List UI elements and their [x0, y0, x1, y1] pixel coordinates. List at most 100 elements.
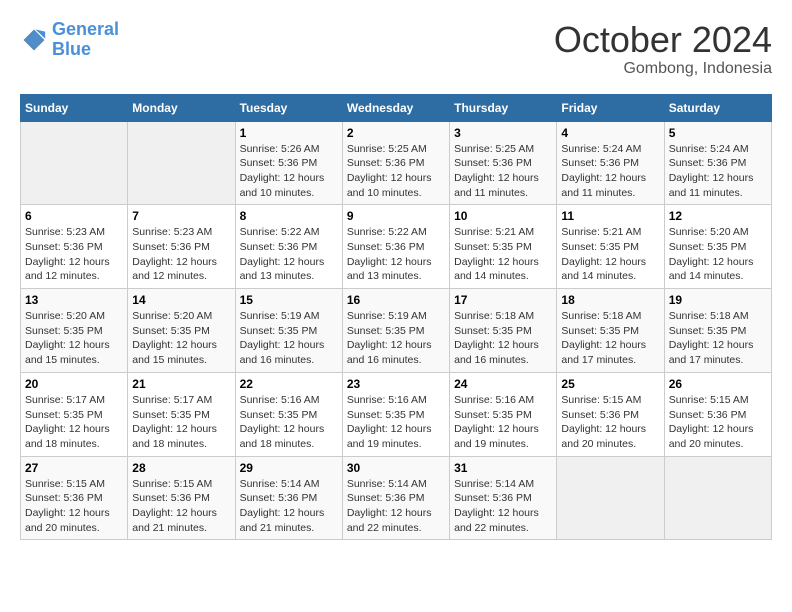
day-info: Sunrise: 5:15 AMSunset: 5:36 PMDaylight:… — [669, 393, 767, 452]
day-number: 2 — [347, 126, 445, 140]
calendar-cell — [557, 456, 664, 540]
day-info: Sunrise: 5:25 AMSunset: 5:36 PMDaylight:… — [347, 142, 445, 201]
day-info: Sunrise: 5:19 AMSunset: 5:35 PMDaylight:… — [347, 309, 445, 368]
day-info: Sunrise: 5:16 AMSunset: 5:35 PMDaylight:… — [347, 393, 445, 452]
calendar-cell: 14 Sunrise: 5:20 AMSunset: 5:35 PMDaylig… — [128, 289, 235, 373]
day-number: 11 — [561, 209, 659, 223]
calendar-cell: 3 Sunrise: 5:25 AMSunset: 5:36 PMDayligh… — [450, 121, 557, 205]
calendar-cell: 2 Sunrise: 5:25 AMSunset: 5:36 PMDayligh… — [342, 121, 449, 205]
weekday-header-row: SundayMondayTuesdayWednesdayThursdayFrid… — [21, 94, 772, 121]
calendar-cell: 22 Sunrise: 5:16 AMSunset: 5:35 PMDaylig… — [235, 372, 342, 456]
day-info: Sunrise: 5:24 AMSunset: 5:36 PMDaylight:… — [561, 142, 659, 201]
calendar-cell: 7 Sunrise: 5:23 AMSunset: 5:36 PMDayligh… — [128, 205, 235, 289]
day-number: 16 — [347, 293, 445, 307]
logo: General Blue — [20, 20, 119, 60]
calendar-table: SundayMondayTuesdayWednesdayThursdayFrid… — [20, 94, 772, 541]
day-number: 23 — [347, 377, 445, 391]
day-number: 24 — [454, 377, 552, 391]
calendar-cell: 25 Sunrise: 5:15 AMSunset: 5:36 PMDaylig… — [557, 372, 664, 456]
page-header: General Blue October 2024 Gombong, Indon… — [20, 20, 772, 78]
calendar-cell: 11 Sunrise: 5:21 AMSunset: 5:35 PMDaylig… — [557, 205, 664, 289]
weekday-header: Friday — [557, 94, 664, 121]
day-info: Sunrise: 5:24 AMSunset: 5:36 PMDaylight:… — [669, 142, 767, 201]
weekday-header: Monday — [128, 94, 235, 121]
day-info: Sunrise: 5:18 AMSunset: 5:35 PMDaylight:… — [454, 309, 552, 368]
calendar-cell — [664, 456, 771, 540]
day-number: 18 — [561, 293, 659, 307]
day-number: 8 — [240, 209, 338, 223]
calendar-cell: 16 Sunrise: 5:19 AMSunset: 5:35 PMDaylig… — [342, 289, 449, 373]
day-info: Sunrise: 5:20 AMSunset: 5:35 PMDaylight:… — [25, 309, 123, 368]
day-info: Sunrise: 5:20 AMSunset: 5:35 PMDaylight:… — [669, 225, 767, 284]
weekday-header: Wednesday — [342, 94, 449, 121]
day-info: Sunrise: 5:22 AMSunset: 5:36 PMDaylight:… — [240, 225, 338, 284]
calendar-cell: 13 Sunrise: 5:20 AMSunset: 5:35 PMDaylig… — [21, 289, 128, 373]
weekday-header: Sunday — [21, 94, 128, 121]
calendar-week-row: 6 Sunrise: 5:23 AMSunset: 5:36 PMDayligh… — [21, 205, 772, 289]
day-number: 12 — [669, 209, 767, 223]
calendar-cell: 18 Sunrise: 5:18 AMSunset: 5:35 PMDaylig… — [557, 289, 664, 373]
title-block: October 2024 Gombong, Indonesia — [554, 20, 772, 78]
day-number: 30 — [347, 461, 445, 475]
day-number: 22 — [240, 377, 338, 391]
day-info: Sunrise: 5:21 AMSunset: 5:35 PMDaylight:… — [561, 225, 659, 284]
day-info: Sunrise: 5:15 AMSunset: 5:36 PMDaylight:… — [132, 477, 230, 536]
day-number: 29 — [240, 461, 338, 475]
day-info: Sunrise: 5:14 AMSunset: 5:36 PMDaylight:… — [454, 477, 552, 536]
day-number: 13 — [25, 293, 123, 307]
day-number: 3 — [454, 126, 552, 140]
day-number: 14 — [132, 293, 230, 307]
day-number: 4 — [561, 126, 659, 140]
day-info: Sunrise: 5:22 AMSunset: 5:36 PMDaylight:… — [347, 225, 445, 284]
location-subtitle: Gombong, Indonesia — [554, 60, 772, 78]
day-info: Sunrise: 5:23 AMSunset: 5:36 PMDaylight:… — [132, 225, 230, 284]
calendar-cell: 31 Sunrise: 5:14 AMSunset: 5:36 PMDaylig… — [450, 456, 557, 540]
calendar-cell: 4 Sunrise: 5:24 AMSunset: 5:36 PMDayligh… — [557, 121, 664, 205]
calendar-cell: 9 Sunrise: 5:22 AMSunset: 5:36 PMDayligh… — [342, 205, 449, 289]
weekday-header: Thursday — [450, 94, 557, 121]
day-number: 9 — [347, 209, 445, 223]
calendar-cell: 19 Sunrise: 5:18 AMSunset: 5:35 PMDaylig… — [664, 289, 771, 373]
calendar-cell: 5 Sunrise: 5:24 AMSunset: 5:36 PMDayligh… — [664, 121, 771, 205]
day-info: Sunrise: 5:21 AMSunset: 5:35 PMDaylight:… — [454, 225, 552, 284]
day-number: 7 — [132, 209, 230, 223]
weekday-header: Tuesday — [235, 94, 342, 121]
day-number: 19 — [669, 293, 767, 307]
day-info: Sunrise: 5:25 AMSunset: 5:36 PMDaylight:… — [454, 142, 552, 201]
day-number: 26 — [669, 377, 767, 391]
calendar-cell: 12 Sunrise: 5:20 AMSunset: 5:35 PMDaylig… — [664, 205, 771, 289]
calendar-cell: 21 Sunrise: 5:17 AMSunset: 5:35 PMDaylig… — [128, 372, 235, 456]
day-number: 15 — [240, 293, 338, 307]
calendar-cell: 26 Sunrise: 5:15 AMSunset: 5:36 PMDaylig… — [664, 372, 771, 456]
calendar-cell — [128, 121, 235, 205]
calendar-cell: 30 Sunrise: 5:14 AMSunset: 5:36 PMDaylig… — [342, 456, 449, 540]
calendar-cell: 6 Sunrise: 5:23 AMSunset: 5:36 PMDayligh… — [21, 205, 128, 289]
calendar-cell: 23 Sunrise: 5:16 AMSunset: 5:35 PMDaylig… — [342, 372, 449, 456]
day-info: Sunrise: 5:18 AMSunset: 5:35 PMDaylight:… — [669, 309, 767, 368]
day-number: 5 — [669, 126, 767, 140]
day-number: 31 — [454, 461, 552, 475]
calendar-cell: 27 Sunrise: 5:15 AMSunset: 5:36 PMDaylig… — [21, 456, 128, 540]
day-info: Sunrise: 5:20 AMSunset: 5:35 PMDaylight:… — [132, 309, 230, 368]
day-number: 6 — [25, 209, 123, 223]
day-number: 28 — [132, 461, 230, 475]
day-info: Sunrise: 5:17 AMSunset: 5:35 PMDaylight:… — [25, 393, 123, 452]
day-info: Sunrise: 5:14 AMSunset: 5:36 PMDaylight:… — [347, 477, 445, 536]
day-info: Sunrise: 5:16 AMSunset: 5:35 PMDaylight:… — [454, 393, 552, 452]
calendar-week-row: 27 Sunrise: 5:15 AMSunset: 5:36 PMDaylig… — [21, 456, 772, 540]
day-info: Sunrise: 5:17 AMSunset: 5:35 PMDaylight:… — [132, 393, 230, 452]
calendar-cell: 17 Sunrise: 5:18 AMSunset: 5:35 PMDaylig… — [450, 289, 557, 373]
day-number: 25 — [561, 377, 659, 391]
weekday-header: Saturday — [664, 94, 771, 121]
day-info: Sunrise: 5:15 AMSunset: 5:36 PMDaylight:… — [25, 477, 123, 536]
day-number: 17 — [454, 293, 552, 307]
calendar-cell: 15 Sunrise: 5:19 AMSunset: 5:35 PMDaylig… — [235, 289, 342, 373]
day-info: Sunrise: 5:18 AMSunset: 5:35 PMDaylight:… — [561, 309, 659, 368]
calendar-cell: 1 Sunrise: 5:26 AMSunset: 5:36 PMDayligh… — [235, 121, 342, 205]
day-info: Sunrise: 5:26 AMSunset: 5:36 PMDaylight:… — [240, 142, 338, 201]
month-title: October 2024 — [554, 20, 772, 60]
calendar-week-row: 13 Sunrise: 5:20 AMSunset: 5:35 PMDaylig… — [21, 289, 772, 373]
calendar-cell — [21, 121, 128, 205]
calendar-cell: 24 Sunrise: 5:16 AMSunset: 5:35 PMDaylig… — [450, 372, 557, 456]
day-info: Sunrise: 5:23 AMSunset: 5:36 PMDaylight:… — [25, 225, 123, 284]
